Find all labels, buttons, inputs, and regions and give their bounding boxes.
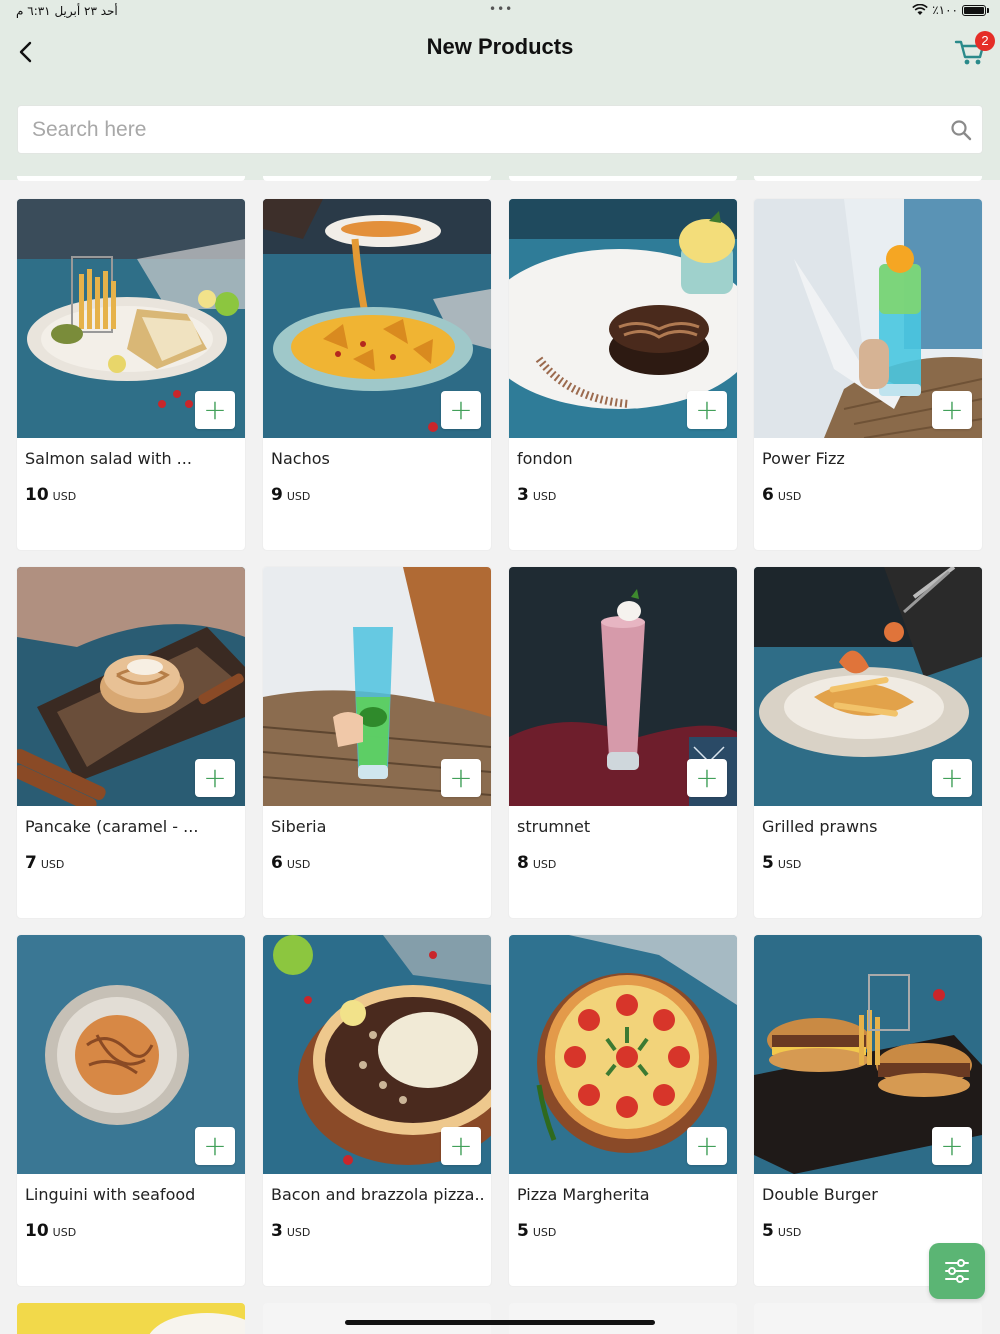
product-card[interactable]: + Nachos 9 USD — [263, 199, 491, 550]
add-to-cart-button[interactable]: + — [932, 1127, 972, 1165]
plus-icon: + — [695, 393, 719, 426]
partial-product-card[interactable] — [17, 1303, 245, 1334]
price-value: 10 — [25, 485, 49, 505]
plus-icon: + — [449, 761, 473, 794]
price-value: 7 — [25, 853, 37, 873]
home-indicator[interactable] — [345, 1320, 655, 1325]
price-value: 6 — [762, 485, 774, 505]
product-name: Nachos — [271, 449, 330, 468]
product-name: strumnet — [517, 817, 591, 836]
plus-icon: + — [449, 393, 473, 426]
filter-button[interactable] — [929, 1243, 985, 1299]
plus-icon: + — [940, 761, 964, 794]
price-currency: USD — [52, 1226, 77, 1239]
price-currency: USD — [286, 858, 311, 871]
product-price: 7 USD — [25, 853, 64, 873]
product-name: Grilled prawns — [762, 817, 878, 836]
price-value: 3 — [271, 1221, 283, 1241]
product-card[interactable]: + Linguini with seafood 10 USD — [17, 935, 245, 1286]
product-price: 9 USD — [271, 485, 310, 505]
add-to-cart-button[interactable]: + — [441, 1127, 481, 1165]
plus-icon: + — [203, 761, 227, 794]
product-name: Double Burger — [762, 1185, 878, 1204]
price-value: 10 — [25, 1221, 49, 1241]
product-name: Salmon salad with ... — [25, 449, 192, 468]
price-currency: USD — [286, 1226, 311, 1239]
product-name: Siberia — [271, 817, 327, 836]
product-price: 3 USD — [271, 1221, 310, 1241]
add-to-cart-button[interactable]: + — [195, 1127, 235, 1165]
plus-icon: + — [695, 1129, 719, 1162]
plus-icon: + — [449, 1129, 473, 1162]
product-price: 10 USD — [25, 485, 76, 505]
partial-product-card[interactable] — [263, 1303, 491, 1334]
product-price: 3 USD — [517, 485, 556, 505]
product-card[interactable]: + Grilled prawns 5 USD — [754, 567, 982, 918]
product-card[interactable]: + Bacon and brazzola pizza... 3 USD — [263, 935, 491, 1286]
product-card[interactable]: + Pancake (caramel - ... 7 USD — [17, 567, 245, 918]
price-currency: USD — [777, 1226, 802, 1239]
product-price: 5 USD — [762, 853, 801, 873]
add-to-cart-button[interactable]: + — [932, 759, 972, 797]
product-card[interactable]: + Power Fizz 6 USD — [754, 199, 982, 550]
product-price: 6 USD — [762, 485, 801, 505]
add-to-cart-button[interactable]: + — [195, 391, 235, 429]
add-to-cart-button[interactable]: + — [687, 1127, 727, 1165]
product-price: 6 USD — [271, 853, 310, 873]
plus-icon: + — [203, 1129, 227, 1162]
product-price: 5 USD — [517, 1221, 556, 1241]
product-price: 5 USD — [762, 1221, 801, 1241]
product-grid: + Salmon salad with ... 10USD + Nachos — [0, 0, 1000, 1334]
price-value: 5 — [762, 853, 774, 873]
price-currency: USD — [532, 858, 557, 871]
add-to-cart-button[interactable]: + — [441, 391, 481, 429]
add-to-cart-button[interactable]: + — [687, 759, 727, 797]
price-value: 6 — [271, 853, 283, 873]
add-to-cart-button[interactable]: + — [441, 759, 481, 797]
price-value: 9 — [271, 485, 283, 505]
price-value: 8 — [517, 853, 529, 873]
product-name: Linguini with seafood — [25, 1185, 196, 1204]
product-name: Bacon and brazzola pizza... — [271, 1185, 483, 1204]
price-currency: USD — [40, 858, 65, 871]
price-currency: USD — [532, 1226, 557, 1239]
add-to-cart-button[interactable]: + — [687, 391, 727, 429]
product-price: 10 USD — [25, 1221, 76, 1241]
product-card[interactable]: + Double Burger 5 USD — [754, 935, 982, 1286]
price-currency: USD — [52, 490, 77, 503]
product-card[interactable]: + Pizza Margherita 5 USD — [509, 935, 737, 1286]
product-price: 8 USD — [517, 853, 556, 873]
price-currency: USD — [286, 490, 311, 503]
price-currency: USD — [777, 490, 802, 503]
add-to-cart-button[interactable]: + — [932, 391, 972, 429]
product-card[interactable]: + fondon 3 USD — [509, 199, 737, 550]
sliders-icon — [945, 1259, 969, 1283]
price-value: 5 — [762, 1221, 774, 1241]
product-card[interactable]: + strumnet 8 USD — [509, 567, 737, 918]
price-value: 3 — [517, 485, 529, 505]
add-to-cart-button[interactable]: + — [195, 759, 235, 797]
plus-icon: + — [940, 1129, 964, 1162]
product-card[interactable]: + Salmon salad with ... 10 USD — [17, 199, 245, 550]
product-name: fondon — [517, 449, 573, 468]
price-currency: USD — [777, 858, 802, 871]
price-currency: USD — [532, 490, 557, 503]
product-card[interactable]: + Siberia 6 USD — [263, 567, 491, 918]
partial-product-card[interactable] — [509, 1303, 737, 1334]
product-name: Pancake (caramel - ... — [25, 817, 199, 836]
product-name: Power Fizz — [762, 449, 845, 468]
plus-icon: + — [203, 393, 227, 426]
plus-icon: + — [940, 393, 964, 426]
partial-product-card[interactable] — [754, 1303, 982, 1334]
price-value: 5 — [517, 1221, 529, 1241]
plus-icon: + — [695, 761, 719, 794]
product-name: Pizza Margherita — [517, 1185, 650, 1204]
